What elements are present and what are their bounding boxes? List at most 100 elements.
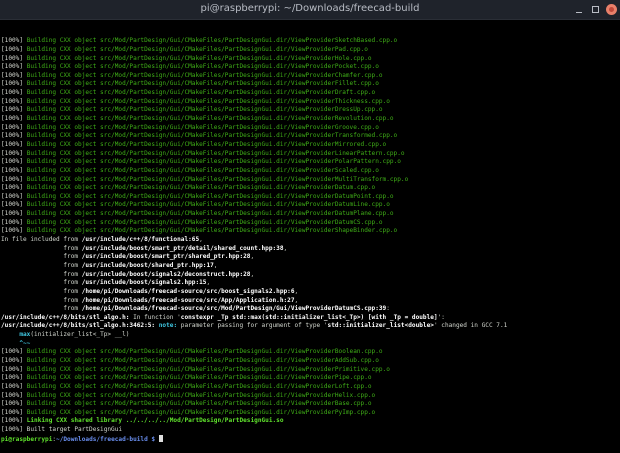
terminal-line: [100%] Building CXX object src/Mod/PartD… xyxy=(1,141,616,150)
terminal-text: [100%] xyxy=(1,132,27,140)
terminal-text: note: xyxy=(158,322,178,330)
terminal-text: /usr/include/boost/signals2/deconstruct.… xyxy=(81,270,251,278)
terminal-line: [100%] Building CXX object src/Mod/PartD… xyxy=(1,219,616,228)
terminal-text: , xyxy=(294,296,299,304)
terminal-line: [100%] Building CXX object src/Mod/PartD… xyxy=(1,37,616,46)
terminal-text: (initializer_list<_Tp> __l) xyxy=(30,331,130,339)
terminal-line: [100%] Building CXX object src/Mod/PartD… xyxy=(1,193,616,202)
terminal-text: [100%] xyxy=(1,166,27,174)
terminal-text: Building CXX object src/Mod/PartDesign/G… xyxy=(26,374,372,382)
terminal-line: [100%] Building CXX object src/Mod/PartD… xyxy=(1,366,616,375)
terminal-text: [100%] xyxy=(1,227,27,235)
terminal-output[interactable]: [100%] Building CXX object src/Mod/PartD… xyxy=(1,20,616,453)
maximize-icon[interactable] xyxy=(590,4,601,15)
terminal-text: Building CXX object src/Mod/PartDesign/G… xyxy=(26,391,376,399)
terminal-text: [100%] xyxy=(1,106,27,114)
terminal-line: [100%] Building CXX object src/Mod/PartD… xyxy=(1,176,616,185)
terminal-text: In function ' xyxy=(129,313,181,321)
terminal-text: [100%] Built target PartDesignGui xyxy=(1,426,123,434)
terminal-text: [100%] xyxy=(1,218,27,226)
terminal-text: Building CXX object src/Mod/PartDesign/G… xyxy=(26,175,409,183)
terminal-line: [100%] Building CXX object src/Mod/PartD… xyxy=(1,392,616,401)
terminal-line: from /usr/include/boost/smart_ptr/shared… xyxy=(1,253,616,262)
terminal-text: Building CXX object src/Mod/PartDesign/G… xyxy=(26,37,398,45)
terminal-text: Building CXX object src/Mod/PartDesign/G… xyxy=(26,184,376,192)
terminal-line: In file included from /usr/include/c++/8… xyxy=(1,236,616,245)
terminal-text: , xyxy=(250,270,255,278)
terminal-text: [100%] xyxy=(1,123,27,131)
terminal-line: [100%] Building CXX object src/Mod/PartD… xyxy=(1,227,616,236)
terminal-line: from /usr/include/boost/signals2/deconst… xyxy=(1,271,616,280)
terminal-text: from xyxy=(1,253,82,261)
terminal-text: [100%] xyxy=(1,417,27,425)
terminal-text: [100%] xyxy=(1,408,27,416)
terminal-line: from /usr/include/boost/shared_ptr.hpp:1… xyxy=(1,262,616,271)
terminal-text: , xyxy=(294,287,299,295)
terminal-text: Building CXX object src/Mod/PartDesign/G… xyxy=(26,123,379,131)
terminal-line: [100%] Building CXX object src/Mod/PartD… xyxy=(1,80,616,89)
terminal-text: /home/pi/Downloads/freecad-source/src/Mo… xyxy=(81,305,387,313)
prompt-line[interactable]: pi@raspberrypi:~/Downloads/freecad-build… xyxy=(1,434,616,445)
terminal-line: [100%] Building CXX object src/Mod/PartD… xyxy=(1,55,616,64)
terminal-line: from /home/pi/Downloads/freecad-source/s… xyxy=(1,297,616,306)
terminal-text: Building CXX object src/Mod/PartDesign/G… xyxy=(26,63,379,71)
minimize-icon[interactable] xyxy=(574,4,585,15)
prompt-path: ~/Downloads/freecad-build $ xyxy=(56,435,156,443)
terminal-line: from /usr/include/boost/signals2.hpp:15, xyxy=(1,279,616,288)
terminal-line: [100%] Building CXX object src/Mod/PartD… xyxy=(1,201,616,210)
terminal-text: Building CXX object src/Mod/PartDesign/G… xyxy=(26,71,383,79)
terminal-text: [100%] xyxy=(1,374,27,382)
terminal-text: [100%] xyxy=(1,365,27,373)
terminal-line: [100%] Building CXX object src/Mod/PartD… xyxy=(1,374,616,383)
terminal-text: [100%] xyxy=(1,80,27,88)
terminal-text: /usr/include/boost/shared_ptr.hpp:17 xyxy=(81,261,214,269)
terminal-line: [100%] Building CXX object src/Mod/PartD… xyxy=(1,357,616,366)
terminal-text: [100%] xyxy=(1,37,27,45)
terminal-text: Building CXX object src/Mod/PartDesign/G… xyxy=(26,149,405,157)
terminal-line: [100%] Building CXX object src/Mod/PartD… xyxy=(1,46,616,55)
terminal-line: [100%] Building CXX object src/Mod/PartD… xyxy=(1,348,616,357)
terminal-text: from xyxy=(1,296,82,304)
terminal-text: [100%] xyxy=(1,400,27,408)
terminal-text: /home/pi/Downloads/freecad-source/src/Ap… xyxy=(81,296,295,304)
terminal-line: [100%] Building CXX object src/Mod/PartD… xyxy=(1,132,616,141)
terminal-text: [100%] xyxy=(1,210,27,218)
close-icon[interactable] xyxy=(606,4,617,15)
terminal-text: from xyxy=(1,305,82,313)
terminal-line: /usr/include/c++/8/bits/stl_algo.h:3462:… xyxy=(1,322,616,331)
terminal-text: [100%] xyxy=(1,158,27,166)
terminal-text: In file included from xyxy=(1,236,82,244)
terminal-line: [100%] Building CXX object src/Mod/PartD… xyxy=(1,115,616,124)
terminal-text: /usr/include/c++/8/functional:65 xyxy=(81,236,200,244)
cursor xyxy=(158,434,163,442)
terminal-text: Building CXX object src/Mod/PartDesign/G… xyxy=(26,106,383,114)
terminal-text: , xyxy=(206,279,211,287)
terminal-line: [100%] Building CXX object src/Mod/PartD… xyxy=(1,158,616,167)
terminal-text: from xyxy=(1,270,82,278)
terminal-line: [100%] Building CXX object src/Mod/PartD… xyxy=(1,210,616,219)
terminal-text: Building CXX object src/Mod/PartDesign/G… xyxy=(26,408,376,416)
terminal-text: [100%] xyxy=(1,45,27,53)
terminal-text: , xyxy=(283,244,288,252)
terminal-text: [100%] xyxy=(1,54,27,62)
terminal-text: [100%] xyxy=(1,71,27,79)
terminal-line: [100%] Building CXX object src/Mod/PartD… xyxy=(1,167,616,176)
title-bar: pi@raspberrypi: ~/Downloads/freecad-buil… xyxy=(0,0,620,20)
terminal-line: [100%] Building CXX object src/Mod/PartD… xyxy=(1,63,616,72)
terminal-text: Building CXX object src/Mod/PartDesign/G… xyxy=(26,80,379,88)
terminal-text: [100%] xyxy=(1,97,27,105)
window-title: pi@raspberrypi: ~/Downloads/freecad-buil… xyxy=(200,3,420,14)
terminal-line: [100%] Building CXX object src/Mod/PartD… xyxy=(1,383,616,392)
terminal-line: [100%] Building CXX object src/Mod/PartD… xyxy=(1,184,616,193)
terminal-text: [100%] xyxy=(1,356,27,364)
terminal-text: Building CXX object src/Mod/PartDesign/G… xyxy=(26,382,372,390)
terminal-text: Building CXX object src/Mod/PartDesign/G… xyxy=(26,210,394,218)
terminal-text: , xyxy=(250,253,255,261)
terminal-line: max(initializer_list<_Tp> __l) xyxy=(1,331,616,340)
terminal-text: [100%] xyxy=(1,140,27,148)
terminal-text: Building CXX object src/Mod/PartDesign/G… xyxy=(26,132,398,140)
terminal-text: constexpr _Tp std::max(std::initializer_… xyxy=(180,313,438,321)
terminal-text: [100%] xyxy=(1,115,27,123)
terminal-text: from xyxy=(1,279,82,287)
